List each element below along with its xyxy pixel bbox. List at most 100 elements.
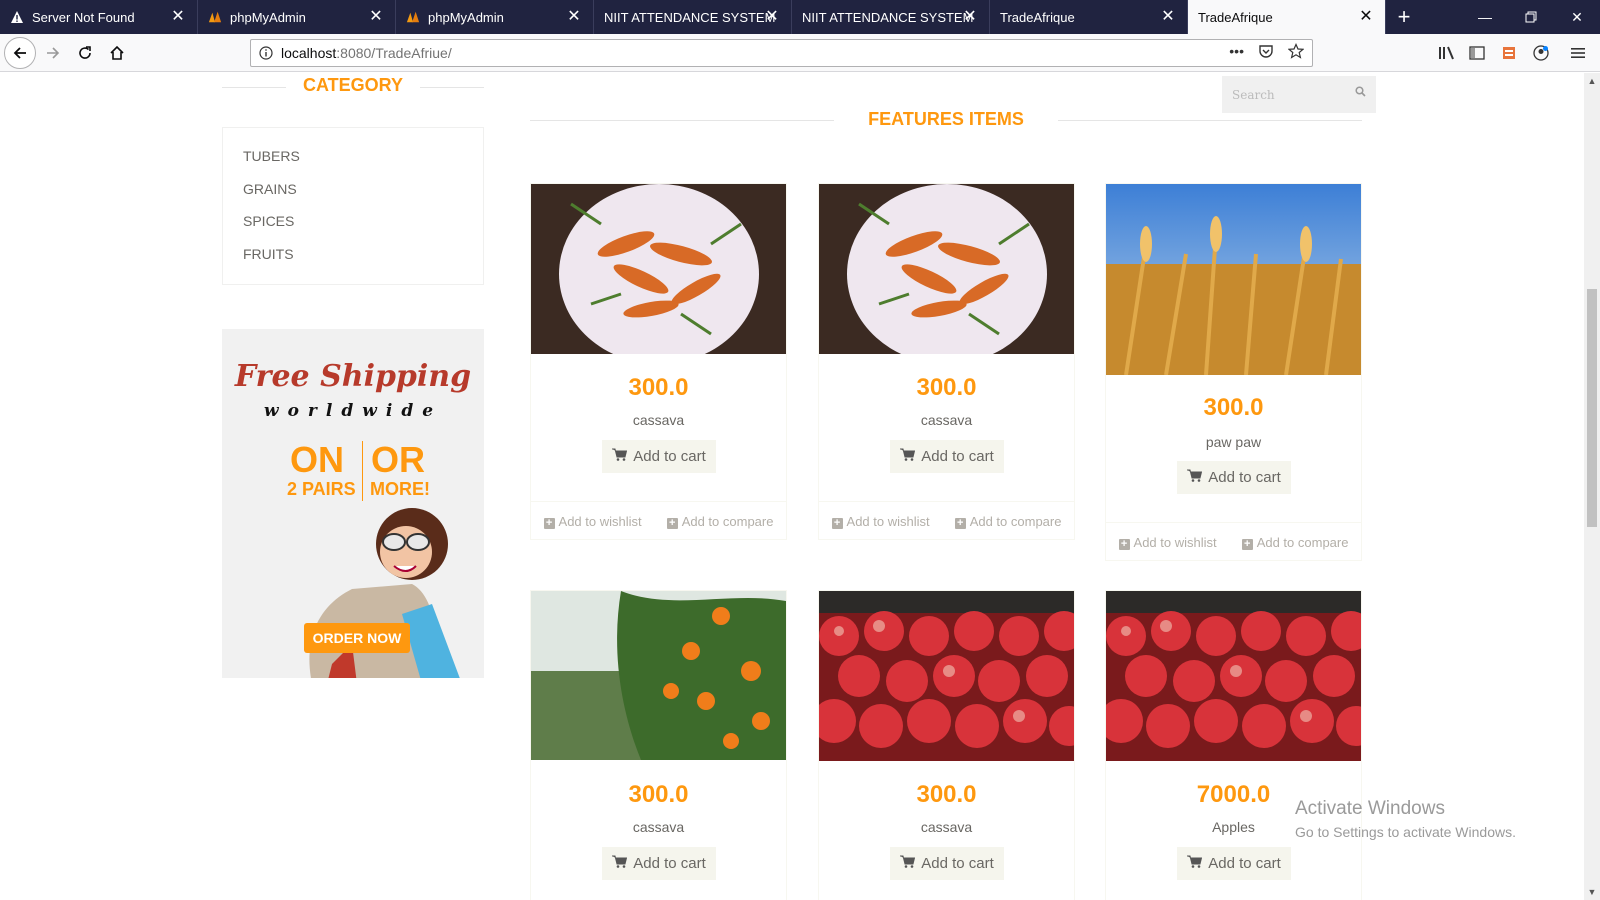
- add-to-cart-button[interactable]: Add to cart: [1177, 847, 1291, 880]
- category-link-tubers[interactable]: TUBERS: [243, 148, 300, 164]
- add-to-cart-button[interactable]: Add to cart: [602, 440, 716, 473]
- plus-square-icon: +: [1118, 539, 1130, 550]
- category-heading: CATEGORY: [222, 75, 484, 96]
- sidebar-toggle-icon[interactable]: [1466, 42, 1488, 64]
- tab-tradeafrique[interactable]: TradeAfrique ✕: [990, 0, 1188, 34]
- tab-label: phpMyAdmin: [230, 9, 306, 25]
- reload-button[interactable]: [70, 38, 100, 68]
- menu-icon[interactable]: [1567, 42, 1589, 64]
- add-to-compare-link[interactable]: + Add to compare: [666, 514, 774, 529]
- product-image-carrots: [531, 184, 786, 354]
- tab-niit-attendance[interactable]: NIIT ATTENDANCE SYSTEM ✕: [594, 0, 792, 34]
- close-tab-icon[interactable]: ✕: [169, 8, 187, 26]
- tab-phpmyadmin[interactable]: phpMyAdmin ✕: [198, 0, 396, 34]
- add-to-cart-button[interactable]: Add to cart: [890, 847, 1004, 880]
- add-to-compare-link[interactable]: + Add to compare: [1241, 535, 1348, 550]
- product-price: 300.0: [628, 374, 689, 401]
- product-price: 300.0: [1203, 394, 1264, 421]
- tab-niit-attendance[interactable]: NIIT ATTENDANCE SYSTEM ✕: [792, 0, 990, 34]
- product-price: 300.0: [628, 781, 689, 808]
- page-actions-icon[interactable]: •••: [1229, 43, 1244, 62]
- add-to-wishlist-link[interactable]: + Add to wishlist: [543, 514, 642, 529]
- site-info-icon[interactable]: [251, 46, 281, 60]
- tab-label: NIIT ATTENDANCE SYSTEM: [604, 9, 776, 25]
- add-to-cart-button[interactable]: Add to cart: [602, 847, 716, 880]
- compare-label: Add to compare: [969, 514, 1062, 529]
- tab-label: NIIT ATTENDANCE SYSTEM: [802, 9, 974, 25]
- bookmark-star-icon[interactable]: [1287, 43, 1305, 62]
- address-bar[interactable]: localhost:8080/TradeAfriue/ •••: [250, 39, 1313, 67]
- plus-square-icon: +: [954, 518, 966, 529]
- category-list: TUBERS GRAINS SPICES FRUITS: [222, 127, 484, 285]
- tab-tradeafrique-active[interactable]: TradeAfrique ✕: [1188, 0, 1386, 34]
- close-tab-icon[interactable]: ✕: [565, 8, 583, 26]
- cart-icon: [1187, 855, 1203, 872]
- plus-square-icon: +: [1241, 539, 1253, 550]
- tab-label: phpMyAdmin: [428, 9, 504, 25]
- add-to-wishlist-link[interactable]: + Add to wishlist: [1118, 535, 1217, 550]
- search-icon[interactable]: [1355, 86, 1366, 100]
- windows-activation-watermark: Activate Windows Go to Settings to activ…: [1295, 798, 1516, 840]
- library-icon[interactable]: [1436, 42, 1458, 64]
- product-image-apples: [819, 591, 1074, 761]
- order-now-button[interactable]: ORDER NOW: [304, 623, 410, 653]
- product-name: paw paw: [1205, 434, 1262, 450]
- wishlist-label: Add to wishlist: [846, 514, 930, 529]
- add-to-cart-label: Add to cart: [1208, 855, 1281, 872]
- tab-label: Server Not Found: [32, 9, 135, 25]
- phpmyadmin-icon: [406, 10, 420, 24]
- home-button[interactable]: [102, 38, 132, 68]
- add-to-cart-button[interactable]: Add to cart: [1177, 461, 1291, 494]
- close-tab-icon[interactable]: ✕: [367, 8, 385, 26]
- plus-square-icon: +: [831, 518, 843, 529]
- category-link-spices[interactable]: SPICES: [243, 213, 294, 229]
- restore-button[interactable]: [1508, 0, 1554, 34]
- product-name: cassava: [632, 412, 685, 428]
- add-to-wishlist-link[interactable]: + Add to wishlist: [831, 514, 930, 529]
- product-card: 7000.0 Apples Add to cart: [1105, 590, 1362, 900]
- product-name: cassava: [632, 819, 685, 835]
- scroll-down-arrow-icon[interactable]: ▼: [1584, 884, 1600, 900]
- close-tab-icon[interactable]: ✕: [763, 8, 781, 26]
- navigation-toolbar: localhost:8080/TradeAfriue/ •••: [0, 34, 1600, 72]
- tab-label: TradeAfrique: [1198, 9, 1273, 25]
- cart-icon: [612, 855, 628, 872]
- close-tab-icon[interactable]: ✕: [1159, 8, 1177, 26]
- search-input[interactable]: Search: [1222, 76, 1376, 113]
- product-name: cassava: [920, 412, 973, 428]
- cart-icon: [900, 855, 916, 872]
- new-tab-button[interactable]: +: [1386, 0, 1422, 34]
- close-window-button[interactable]: ✕: [1554, 0, 1600, 34]
- features-heading: FEATURES ITEMS: [530, 109, 1362, 130]
- category-link-fruits[interactable]: FRUITS: [243, 246, 294, 262]
- vertical-scrollbar[interactable]: ▲ ▼: [1584, 73, 1600, 900]
- cart-icon: [1187, 469, 1203, 486]
- banner-on: ON: [290, 439, 344, 480]
- scrollbar-thumb[interactable]: [1587, 289, 1597, 527]
- scroll-up-arrow-icon[interactable]: ▲: [1584, 73, 1600, 89]
- product-options: + Add to wishlist + Add to compare: [819, 501, 1074, 541]
- add-to-cart-label: Add to cart: [1208, 469, 1281, 486]
- tab-phpmyadmin[interactable]: phpMyAdmin ✕: [396, 0, 594, 34]
- forward-button[interactable]: [38, 38, 68, 68]
- back-button[interactable]: [4, 37, 36, 69]
- compare-label: Add to compare: [681, 514, 774, 529]
- add-to-cart-button[interactable]: Add to cart: [890, 440, 1004, 473]
- tab-server-not-found[interactable]: Server Not Found ✕: [0, 0, 198, 34]
- cart-icon: [612, 448, 628, 465]
- minimize-button[interactable]: —: [1462, 0, 1508, 34]
- product-price: 300.0: [916, 781, 977, 808]
- tab-bar: Server Not Found ✕ phpMyAdmin ✕ phpMyAdm…: [0, 0, 1600, 34]
- category-link-grains[interactable]: GRAINS: [243, 181, 297, 197]
- close-tab-icon[interactable]: ✕: [961, 8, 979, 26]
- account-icon[interactable]: [1530, 42, 1552, 64]
- product-image-carrots: [819, 184, 1074, 354]
- free-shipping-banner[interactable]: Free Shipping worldwide ON OR 2 PAIRS MO…: [222, 329, 484, 678]
- product-card: 300.0 cassava Add to cart: [530, 590, 787, 900]
- pocket-icon[interactable]: [1258, 43, 1274, 62]
- product-price: 300.0: [916, 374, 977, 401]
- add-to-compare-link[interactable]: + Add to compare: [954, 514, 1062, 529]
- product-image-wheat: [1106, 184, 1361, 375]
- extension-icon[interactable]: [1498, 42, 1520, 64]
- close-tab-icon[interactable]: ✕: [1357, 8, 1375, 26]
